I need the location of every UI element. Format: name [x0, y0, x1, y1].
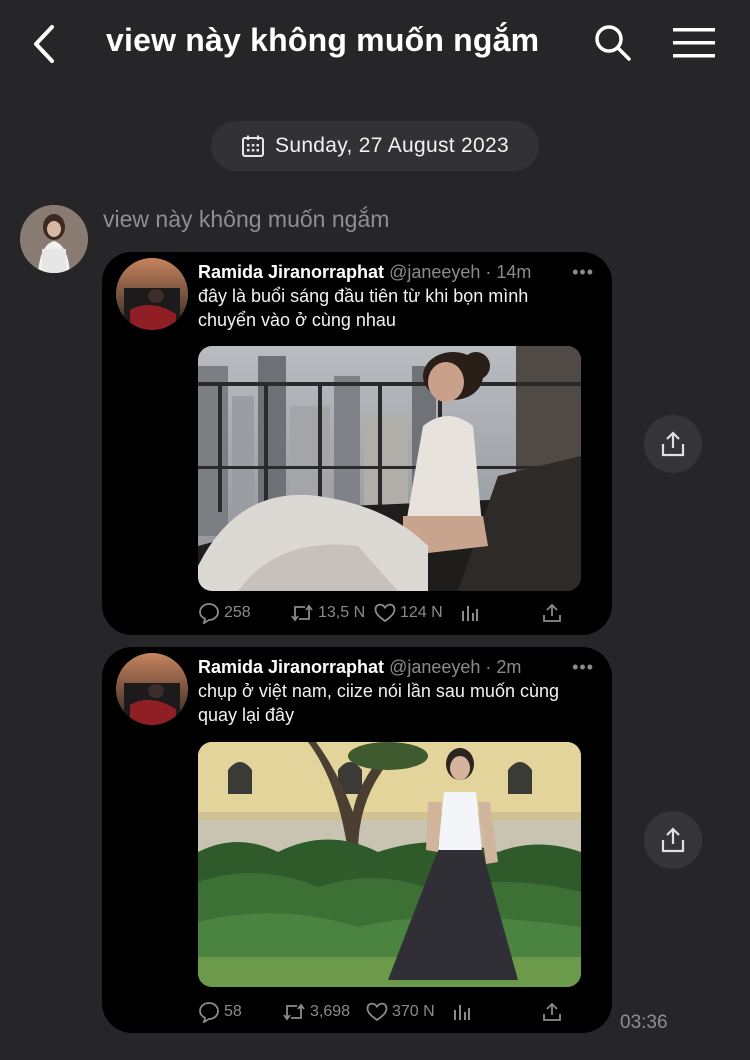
author-photo [116, 653, 188, 725]
comment-icon [199, 603, 219, 624]
garden-photo [198, 742, 581, 987]
reply-action[interactable]: 258 [198, 602, 290, 624]
sender-name: view này không muốn ngắm [103, 206, 390, 232]
retweet-count: 3,698 [310, 1003, 351, 1020]
reply-count: 258 [224, 604, 251, 621]
tweet-text: chụp ở việt nam, ciize nói lần sau muốn … [198, 681, 560, 725]
tweet-card[interactable]: Ramida Jiranorraphat @janeeyeh · 14m •••… [102, 252, 612, 635]
analytics-icon [454, 1005, 470, 1020]
retweet-action[interactable]: 3,698 [282, 1001, 366, 1023]
retweet-icon [291, 604, 313, 622]
retweet-icon [283, 1003, 305, 1021]
tweet-actions: 258 13,5 N 124 N [198, 600, 562, 626]
heart-icon [374, 603, 396, 623]
tweet-text: đây là buổi sáng đầu tiên từ khi bọn mìn… [198, 286, 529, 330]
forward-button[interactable] [644, 415, 702, 473]
more-options-icon[interactable]: ••• [572, 657, 594, 678]
analytics-action[interactable] [452, 1002, 512, 1022]
upload-icon [543, 1002, 561, 1021]
header-bar: view này không muốn ngắm [0, 0, 750, 90]
message-time: 03:36 [620, 1012, 668, 1033]
author-photo [116, 258, 188, 330]
tweet-author-avatar[interactable] [116, 653, 188, 725]
like-count: 124 N [400, 604, 443, 621]
like-action[interactable]: 370 N [366, 1002, 452, 1022]
date-text: Sunday, 27 August 2023 [275, 134, 509, 157]
tweet-age: · 14m [485, 261, 532, 282]
tweet-image[interactable] [198, 742, 581, 987]
tweet-image[interactable] [198, 346, 581, 591]
more-options-icon[interactable]: ••• [572, 262, 594, 283]
tweet-actions: 58 3,698 370 N [198, 999, 562, 1025]
back-button[interactable] [22, 22, 66, 66]
reply-action[interactable]: 58 [198, 1001, 282, 1023]
tweet-age: · 2m [485, 656, 522, 677]
calendar-icon [242, 135, 265, 157]
avatar-photo [20, 205, 88, 273]
sender-avatar[interactable] [20, 205, 88, 273]
comment-icon [199, 1002, 219, 1023]
tweet-author-name: Ramida Jiranorraphat [198, 261, 385, 282]
tweet-header: Ramida Jiranorraphat @janeeyeh · 14m ••• [198, 260, 594, 284]
analytics-action[interactable] [460, 603, 520, 623]
tweet-author-name: Ramida Jiranorraphat [198, 656, 385, 677]
forward-button[interactable] [644, 811, 702, 869]
analytics-icon [462, 606, 478, 621]
tweet-header: Ramida Jiranorraphat @janeeyeh · 2m ••• [198, 655, 594, 679]
chevron-left-icon [34, 25, 54, 63]
upload-icon [543, 603, 561, 622]
like-count: 370 N [392, 1003, 435, 1020]
chat-screen: view này không muốn ngắm Sunday, 27 Augu… [0, 0, 750, 1060]
retweet-action[interactable]: 13,5 N [290, 602, 374, 624]
share-icon [661, 827, 685, 853]
heart-icon [366, 1002, 388, 1022]
hamburger-menu-icon [673, 28, 715, 58]
share-tweet-action[interactable] [542, 1002, 562, 1022]
menu-button[interactable] [668, 20, 720, 66]
search-icon [595, 25, 631, 61]
date-separator: Sunday, 27 August 2023 [211, 121, 539, 171]
page-title: view này không muốn ngắm [106, 22, 540, 58]
retweet-count: 13,5 N [318, 604, 366, 621]
tweet-handle: @janeeyeh [389, 261, 481, 282]
tweet-handle: @janeeyeh [389, 656, 481, 677]
balcony-photo [198, 346, 581, 591]
share-tweet-action[interactable] [542, 603, 562, 623]
like-action[interactable]: 124 N [374, 603, 460, 623]
reply-count: 58 [224, 1003, 242, 1020]
tweet-author-avatar[interactable] [116, 258, 188, 330]
share-icon [661, 431, 685, 457]
tweet-card[interactable]: Ramida Jiranorraphat @janeeyeh · 2m ••• … [102, 647, 612, 1033]
search-button[interactable] [590, 20, 636, 66]
